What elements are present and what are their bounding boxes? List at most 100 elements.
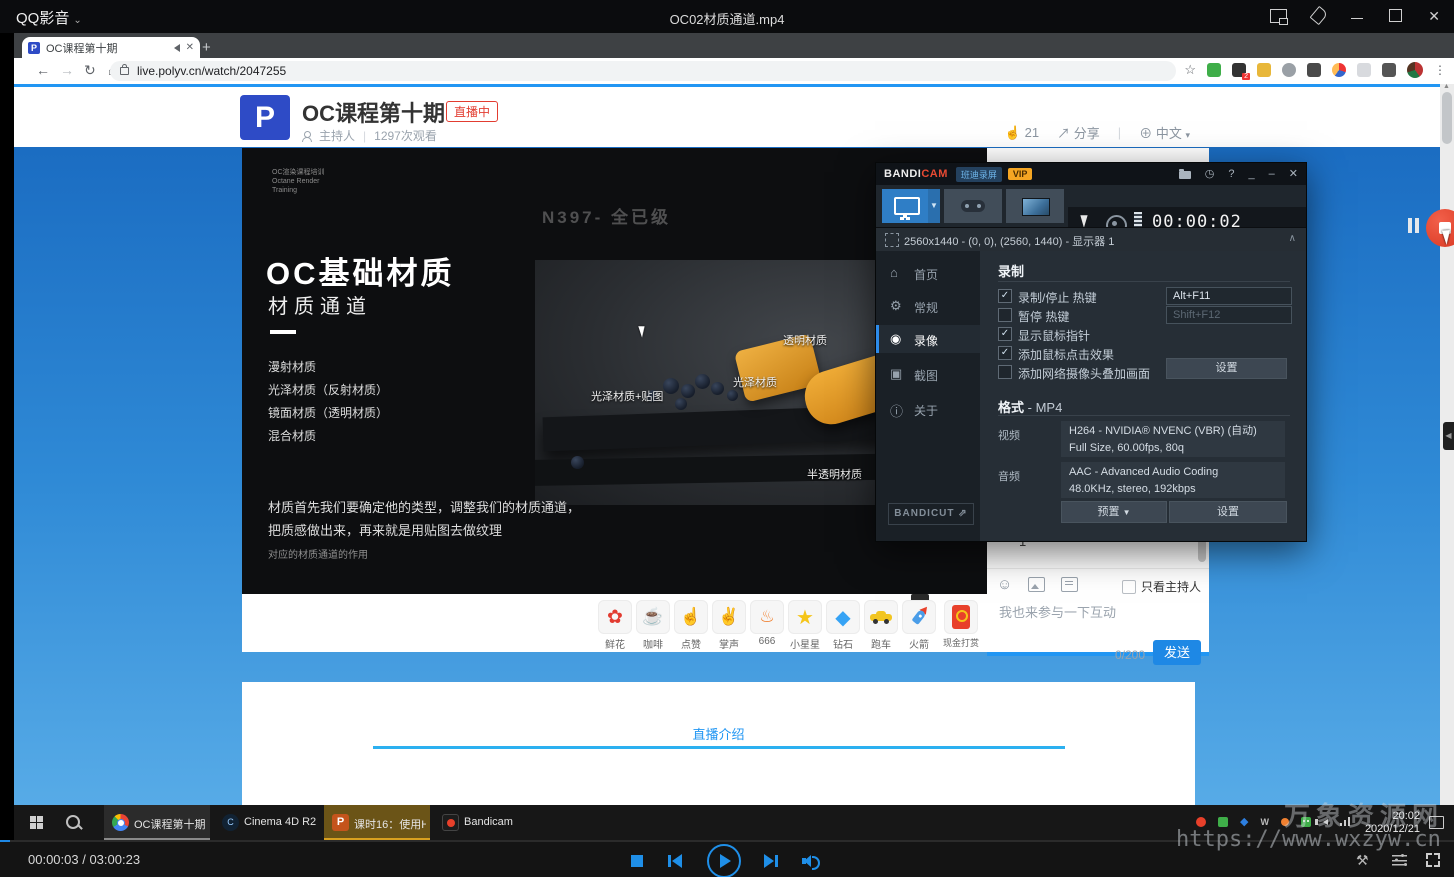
taskbar-powerpoint[interactable]: P 课时16：使用HDR... [324,805,430,840]
device-thumbnail [1022,198,1050,216]
minimize-icon[interactable] [1351,18,1363,19]
extension-icon[interactable] [1282,63,1296,77]
checkbox[interactable] [1122,580,1136,594]
checkbox[interactable] [998,365,1012,379]
tab-live-intro[interactable]: 直播介绍 [242,724,1195,743]
game-record-mode[interactable] [944,189,1002,223]
tray-app-icon[interactable] [1218,817,1228,827]
gift-rocket[interactable]: 火箭 [900,600,938,651]
gift-coffee[interactable]: ☕ 咖啡 [634,600,672,651]
taskbar-chrome[interactable]: OC课程第十期 - G... [104,805,210,840]
pin-icon[interactable] [1310,6,1329,25]
checkbox-checked[interactable]: ✓ [998,346,1012,360]
stop-button[interactable] [631,855,643,867]
bandicam-titlebar[interactable]: BANDICAM 班迪录屏 VIP ◷ ? _ – ✕ [876,163,1306,185]
taskbar-bandicam[interactable]: Bandicam [434,805,540,840]
scroll-up-icon[interactable]: ▲ [1443,83,1450,90]
collapse-icon[interactable]: ∧ [1289,233,1296,244]
pause-hotkey-input[interactable]: Shift+F12 [1166,306,1292,324]
gift-cash[interactable]: 现金打赏 [939,600,983,649]
chat-image-icon[interactable] [1028,577,1045,592]
previous-button[interactable] [668,854,682,868]
gift-diamond[interactable]: ◆ 钻石 [824,600,862,651]
sidebar-item-home[interactable]: ⌂首页 [876,259,980,287]
browser-tab[interactable]: P OC课程第十期 ✕ [22,37,200,58]
checkbox[interactable] [998,308,1012,322]
sidebar-item-video[interactable]: ◉录像 [876,325,980,353]
gift-car[interactable]: 跑车 [862,600,900,651]
pause-button[interactable] [1408,218,1412,233]
volume-button[interactable] [802,855,818,867]
browser-avatar[interactable] [1407,62,1423,78]
send-button[interactable]: 发送 [1153,640,1201,665]
device-record-mode[interactable] [1006,189,1064,223]
browser-menu-icon[interactable]: ⋮ [1434,63,1446,77]
boss-mode-icon[interactable]: – [1269,168,1275,180]
extension-icon[interactable] [1332,63,1346,77]
start-button[interactable] [30,816,43,829]
next-button[interactable] [764,854,778,868]
webcam-settings-button[interactable]: 设置 [1166,358,1287,379]
play-button[interactable] [707,844,741,877]
preset-button[interactable]: 预置 ▼ [1061,501,1167,523]
checkbox-checked[interactable]: ✓ [998,327,1012,341]
tray-app-icon[interactable]: W [1261,817,1270,827]
forward-icon[interactable]: → [60,62,74,78]
chat-input[interactable]: 我也来参与一下互动 [999,602,1116,621]
video-format-box[interactable]: H264 - NVIDIA® NVENC (VBR) (自动)Full Size… [1061,421,1285,457]
help-icon[interactable]: ? [1228,168,1234,180]
hotkey-input[interactable]: Alt+F11 [1166,287,1292,305]
scrollbar-thumb[interactable] [1442,92,1452,144]
tab-close-icon[interactable]: ✕ [186,42,194,53]
capture-region-bar[interactable]: 2560x1440 - (0, 0), (2560, 1440) - 显示器 1… [876,227,1306,253]
sidebar-item-general[interactable]: ⚙常规 [876,292,980,320]
back-icon[interactable]: ← [36,62,50,78]
extensions-puzzle-icon[interactable] [1382,63,1396,77]
new-tab-button[interactable]: + [202,39,211,56]
bookmark-star-icon[interactable]: ☆ [1184,62,1196,78]
chat-note-icon[interactable] [1061,577,1078,592]
close-icon[interactable]: ✕ [1428,9,1440,23]
tab-audio-icon[interactable] [174,44,180,52]
taskbar-cinema4d[interactable]: C Cinema 4D R21.2... [214,805,320,840]
cursor-effect-icon[interactable] [1080,213,1090,227]
settings-sliders-icon[interactable] [1392,854,1407,866]
playlist-toggle[interactable]: ◀ [1443,422,1454,450]
sidebar-item-about[interactable]: ⓘ关于 [876,395,980,423]
extension-shield-icon[interactable] [1207,63,1221,77]
like-button[interactable]: ☝ 21 [1005,125,1039,141]
mini-mode-icon[interactable] [1270,9,1287,23]
gift-clap[interactable]: ✌ 掌声 [710,600,748,651]
emoji-icon[interactable]: ☺ [997,576,1012,593]
slide-corner-text: OC渲染课程培训Octane RenderTraining [272,168,325,195]
only-host-toggle[interactable]: 只看主持人 [1122,578,1201,595]
close-icon[interactable]: ✕ [1289,167,1298,180]
bandicut-button[interactable]: BANDICUT ⇗ [888,503,974,525]
share-button[interactable]: ↗ 分享 [1057,123,1100,142]
fullscreen-icon[interactable] [1426,853,1440,867]
tools-icon[interactable]: ⚒ [1356,852,1369,869]
format-settings-button[interactable]: 设置 [1169,501,1287,523]
sidebar-item-screenshot[interactable]: ▣截图 [876,360,980,388]
search-icon[interactable] [66,815,80,829]
extension-icon[interactable] [1257,63,1271,77]
open-folder-icon[interactable] [1179,171,1191,179]
audio-format-box[interactable]: AAC - Advanced Audio Coding48.0KHz, ster… [1061,462,1285,498]
mode-dropdown[interactable]: ▼ [928,189,940,223]
maximize-icon[interactable] [1389,9,1402,22]
gift-flower[interactable]: ✿ 鲜花 [596,600,634,651]
bandicam-tray-icon[interactable] [1196,817,1206,827]
gift-star[interactable]: ★ 小星星 [786,600,824,651]
screen-record-mode[interactable] [882,189,928,223]
address-bar[interactable]: live.polyv.cn/watch/2047255 [110,61,1176,81]
language-select[interactable]: ⊕ 中文 ▾ [1139,123,1190,142]
reload-icon[interactable]: ↻ [84,62,96,79]
checkbox-checked[interactable]: ✓ [998,289,1012,303]
extension-icon[interactable] [1307,63,1321,77]
clock-icon[interactable]: ◷ [1205,167,1215,180]
gift-666[interactable]: ♨ 666 [748,600,786,647]
minimize-icon[interactable]: _ [1249,168,1255,180]
extension-icon[interactable] [1357,63,1371,77]
gift-like[interactable]: ☝ 点赞 [672,600,710,651]
extension-icon[interactable]: 2 [1232,63,1246,77]
